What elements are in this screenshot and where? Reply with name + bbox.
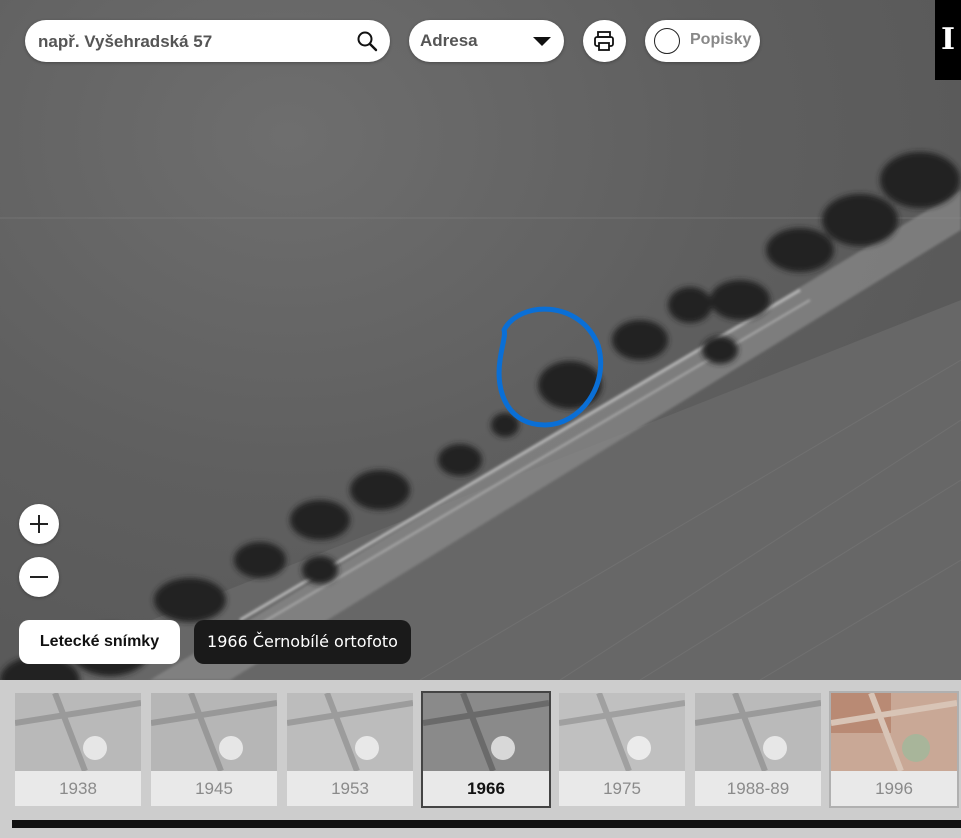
year-label: 1975	[603, 779, 641, 798]
current-layer-label: 1966 Černobílé ortofoto	[194, 620, 411, 664]
aerial-photo	[0, 152, 961, 680]
year-thumb-1996[interactable]: 1996	[829, 691, 959, 808]
search-input[interactable]	[36, 20, 340, 64]
aerial-layers-button[interactable]: Letecké snímky	[19, 620, 180, 664]
year-thumb-1988-89[interactable]: 1988-89	[695, 693, 821, 806]
year-thumb-1945[interactable]: 1945	[151, 693, 277, 806]
thumbnail-image	[15, 693, 141, 771]
print-button[interactable]	[583, 20, 626, 62]
printer-icon	[594, 31, 614, 51]
map-view[interactable]	[0, 0, 961, 680]
year-label: 1938	[59, 779, 97, 798]
year-thumb-1975[interactable]: 1975	[559, 693, 685, 806]
year-label: 1945	[195, 779, 233, 798]
thumbnail-image	[287, 693, 413, 771]
thumbnail-image	[423, 693, 549, 771]
thumbnail-image	[695, 693, 821, 771]
thumbnail-image	[151, 693, 277, 771]
year-label: 1953	[331, 779, 369, 798]
year-thumb-1953[interactable]: 1953	[287, 693, 413, 806]
timeline-track[interactable]	[12, 820, 961, 828]
toggle-circle-icon[interactable]	[654, 28, 680, 54]
thumbnail-image	[831, 693, 957, 771]
corner-badge[interactable]: I	[935, 0, 961, 80]
minus-icon	[30, 576, 48, 578]
year-label: 1996	[875, 779, 913, 798]
labels-toggle[interactable]: Popisky	[645, 20, 760, 62]
search-icon[interactable]	[356, 30, 378, 52]
thumbnail-image	[559, 693, 685, 771]
year-thumb-1938[interactable]: 1938	[15, 693, 141, 806]
caret-down-icon	[533, 37, 551, 46]
address-type-select[interactable]: Adresa	[409, 20, 564, 62]
search-box[interactable]	[25, 20, 390, 64]
year-label: 1966	[467, 779, 505, 798]
address-type-value: Adresa	[420, 31, 478, 50]
zoom-out-button[interactable]	[19, 557, 59, 597]
zoom-in-button[interactable]	[19, 504, 59, 544]
year-label: 1988-89	[726, 779, 790, 798]
year-timeline: 1938 1945 1953 1966 1975 1988-89 1996	[0, 680, 961, 838]
labels-toggle-label: Popisky	[690, 31, 752, 48]
year-thumb-1966[interactable]: 1966	[421, 691, 551, 808]
